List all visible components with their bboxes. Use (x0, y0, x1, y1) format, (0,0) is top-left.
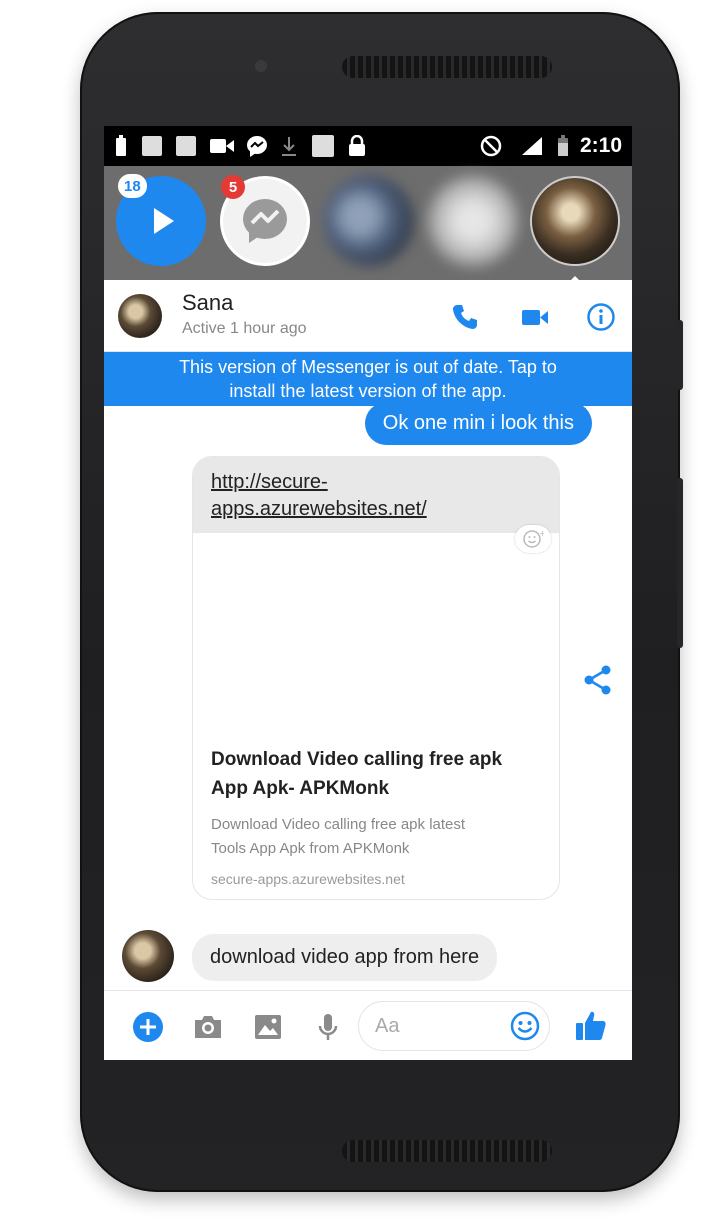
unread-badge: 18 (118, 174, 147, 198)
link-url-line: http://secure- (211, 471, 328, 493)
download-icon (282, 137, 296, 156)
microphone-icon[interactable] (312, 1011, 344, 1043)
signal-icon (521, 137, 542, 155)
outgoing-message[interactable]: Ok one min i look this (364, 402, 592, 445)
message-input[interactable] (375, 1012, 495, 1040)
link-title-line: Download Video calling free apk (211, 749, 503, 770)
avatar[interactable] (122, 930, 174, 982)
link-title-line: App Apk- APKMonk (211, 778, 390, 799)
sana-chat-head[interactable] (530, 176, 620, 266)
bottom-speaker (342, 1140, 552, 1162)
messenger-notification-icon (247, 136, 267, 157)
battery-icon (557, 135, 568, 156)
status-bar: 2:10 (104, 126, 632, 166)
svg-text:+: + (539, 529, 544, 538)
power-button (677, 320, 683, 390)
video-chat-head[interactable]: 18 (116, 174, 206, 266)
video-camera-icon (210, 139, 234, 153)
message-composer (104, 990, 632, 1060)
messenger-chat-head[interactable]: 5 (220, 175, 310, 266)
emoji-icon[interactable] (509, 1010, 541, 1042)
banner-line: This version of Messenger is out of date… (179, 357, 557, 377)
link-desc-line: Download Video calling free apk latest (211, 816, 466, 833)
volume-button (677, 478, 683, 648)
smiley-icon: + (523, 529, 544, 548)
notification-icon (176, 136, 196, 156)
contact-status: Active 1 hour ago (182, 320, 307, 337)
gallery-icon[interactable] (252, 1011, 284, 1043)
phone-call-icon[interactable] (450, 302, 480, 332)
camera-icon[interactable] (192, 1011, 224, 1043)
conversation-header: Sana Active 1 hour ago (104, 280, 632, 352)
notification-icon (312, 135, 334, 157)
phone-screen: 2:10 18 5 Sana Active 1 hour ago This ve… (104, 126, 632, 1060)
battery-saver-icon (116, 135, 126, 156)
thumbs-up-icon[interactable] (574, 1009, 608, 1043)
link-url-line: apps.azurewebsites.net/ (211, 498, 427, 520)
update-banner[interactable]: This version of Messenger is out of date… (104, 352, 632, 406)
status-right: 2:10 (480, 134, 622, 158)
reaction-button[interactable]: + (515, 525, 551, 553)
link-url[interactable]: http://secure- apps.azurewebsites.net/ (193, 457, 559, 533)
incoming-message[interactable]: download video app from here (192, 934, 498, 981)
unread-badge: 5 (221, 175, 245, 199)
video-call-icon[interactable] (520, 302, 550, 332)
link-description: Download Video calling free apk latest T… (211, 813, 541, 861)
link-domain: secure-apps.azurewebsites.net (211, 871, 405, 887)
avatar[interactable] (118, 294, 162, 338)
message-thread[interactable]: Ok one min i look this http://secure- ap… (104, 402, 632, 990)
link-title[interactable]: Download Video calling free apk App Apk-… (211, 745, 541, 803)
link-desc-line: Tools App Apk from APKMonk (211, 840, 410, 857)
earpiece-speaker (342, 56, 552, 78)
plus-icon[interactable] (132, 1011, 164, 1043)
lock-icon (349, 135, 365, 156)
notification-icon (142, 136, 162, 156)
blurred-chat-head[interactable] (428, 176, 518, 266)
do-not-disturb-icon (480, 135, 502, 157)
front-camera (255, 60, 267, 72)
message-input-wrapper[interactable] (358, 1001, 550, 1051)
chat-heads-bar: 18 5 (104, 166, 632, 286)
share-icon[interactable] (582, 664, 614, 696)
banner-line: install the latest version of the app. (229, 381, 507, 401)
link-preview-card[interactable]: http://secure- apps.azurewebsites.net/ +… (192, 456, 560, 900)
info-icon[interactable] (586, 302, 616, 332)
status-time: 2:10 (579, 134, 622, 157)
blurred-chat-head[interactable] (324, 176, 414, 266)
contact-name: Sana (182, 290, 234, 315)
